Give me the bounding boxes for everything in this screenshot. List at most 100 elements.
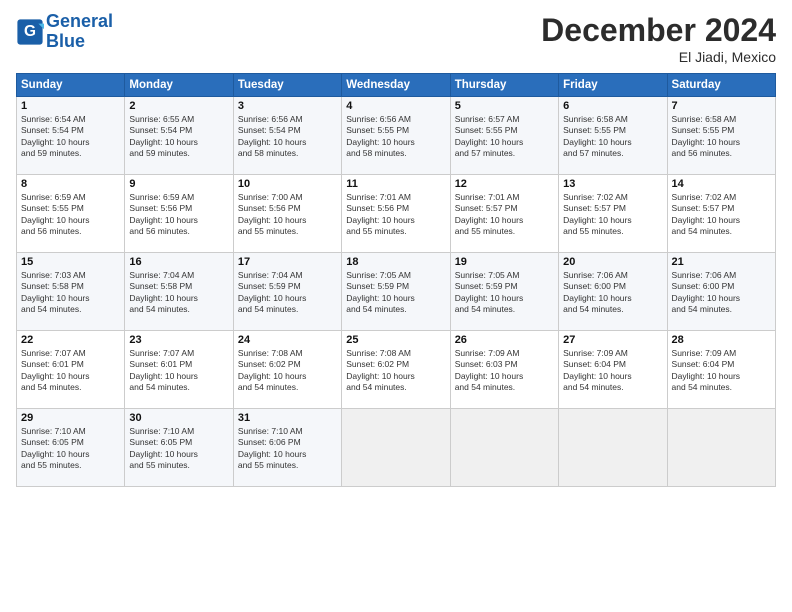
day-number: 26 bbox=[455, 334, 554, 346]
calendar-cell: 28 Sunrise: 7:09 AM Sunset: 6:04 PM Dayli… bbox=[667, 331, 775, 409]
calendar-cell bbox=[342, 409, 450, 487]
calendar-cell bbox=[667, 409, 775, 487]
calendar-cell: 26 Sunrise: 7:09 AM Sunset: 6:03 PM Dayli… bbox=[450, 331, 558, 409]
day-info: Sunrise: 7:07 AM Sunset: 6:01 PM Dayligh… bbox=[21, 348, 120, 394]
day-info: Sunrise: 7:10 AM Sunset: 6:06 PM Dayligh… bbox=[238, 426, 337, 472]
logo-icon: G bbox=[16, 18, 44, 46]
calendar-cell: 9Sunrise: 6:59 AM Sunset: 5:56 PM Daylig… bbox=[125, 175, 233, 253]
calendar-cell: 2Sunrise: 6:55 AM Sunset: 5:54 PM Daylig… bbox=[125, 97, 233, 175]
day-info: Sunrise: 7:02 AM Sunset: 5:57 PM Dayligh… bbox=[563, 192, 662, 238]
day-info: Sunrise: 6:58 AM Sunset: 5:55 PM Dayligh… bbox=[672, 114, 771, 160]
day-info: Sunrise: 7:08 AM Sunset: 6:02 PM Dayligh… bbox=[238, 348, 337, 394]
week-row-5: 29 Sunrise: 7:10 AM Sunset: 6:05 PM Dayli… bbox=[17, 409, 776, 487]
day-number: 11 bbox=[346, 178, 445, 190]
day-info: Sunrise: 7:02 AM Sunset: 5:57 PM Dayligh… bbox=[672, 192, 771, 238]
calendar-cell: 30Sunrise: 7:10 AM Sunset: 6:05 PM Dayli… bbox=[125, 409, 233, 487]
day-number: 25 bbox=[346, 334, 445, 346]
day-info: Sunrise: 7:09 AM Sunset: 6:04 PM Dayligh… bbox=[563, 348, 662, 394]
col-header-saturday: Saturday bbox=[667, 74, 775, 97]
week-row-3: 15 Sunrise: 7:03 AM Sunset: 5:58 PM Dayli… bbox=[17, 253, 776, 331]
day-info: Sunrise: 7:07 AM Sunset: 6:01 PM Dayligh… bbox=[129, 348, 228, 394]
day-info: Sunrise: 6:54 AM Sunset: 5:54 PM Dayligh… bbox=[21, 114, 120, 160]
week-row-1: 1 Sunrise: 6:54 AM Sunset: 5:54 PM Daylig… bbox=[17, 97, 776, 175]
day-number: 14 bbox=[672, 178, 771, 190]
day-info: Sunrise: 6:58 AM Sunset: 5:55 PM Dayligh… bbox=[563, 114, 662, 160]
month-title: December 2024 bbox=[541, 12, 776, 49]
calendar-cell: 17 Sunrise: 7:04 AM Sunset: 5:59 PM Dayli… bbox=[233, 253, 341, 331]
day-number: 24 bbox=[238, 334, 337, 346]
day-number: 17 bbox=[238, 256, 337, 268]
calendar-cell: 16 Sunrise: 7:04 AM Sunset: 5:58 PM Dayli… bbox=[125, 253, 233, 331]
page: G General Blue December 2024 El Jiadi, M… bbox=[0, 0, 792, 612]
calendar-cell: 13 Sunrise: 7:02 AM Sunset: 5:57 PM Dayli… bbox=[559, 175, 667, 253]
col-header-sunday: Sunday bbox=[17, 74, 125, 97]
calendar-cell: 31Sunrise: 7:10 AM Sunset: 6:06 PM Dayli… bbox=[233, 409, 341, 487]
calendar-cell: 12 Sunrise: 7:01 AM Sunset: 5:57 PM Dayli… bbox=[450, 175, 558, 253]
svg-text:G: G bbox=[24, 23, 36, 40]
day-number: 29 bbox=[21, 412, 120, 424]
day-info: Sunrise: 6:56 AM Sunset: 5:54 PM Dayligh… bbox=[238, 114, 337, 160]
day-info: Sunrise: 7:03 AM Sunset: 5:58 PM Dayligh… bbox=[21, 270, 120, 316]
day-number: 10 bbox=[238, 178, 337, 190]
calendar-table: SundayMondayTuesdayWednesdayThursdayFrid… bbox=[16, 73, 776, 487]
location: El Jiadi, Mexico bbox=[541, 49, 776, 65]
day-number: 7 bbox=[672, 100, 771, 112]
calendar-cell: 27 Sunrise: 7:09 AM Sunset: 6:04 PM Dayli… bbox=[559, 331, 667, 409]
day-number: 8 bbox=[21, 178, 120, 190]
calendar-cell: 8 Sunrise: 6:59 AM Sunset: 5:55 PM Daylig… bbox=[17, 175, 125, 253]
day-info: Sunrise: 7:10 AM Sunset: 6:05 PM Dayligh… bbox=[21, 426, 120, 472]
col-header-friday: Friday bbox=[559, 74, 667, 97]
col-header-tuesday: Tuesday bbox=[233, 74, 341, 97]
day-number: 5 bbox=[455, 100, 554, 112]
col-header-thursday: Thursday bbox=[450, 74, 558, 97]
calendar-cell: 19 Sunrise: 7:05 AM Sunset: 5:59 PM Dayli… bbox=[450, 253, 558, 331]
header: G General Blue December 2024 El Jiadi, M… bbox=[16, 12, 776, 65]
calendar-cell: 6 Sunrise: 6:58 AM Sunset: 5:55 PM Daylig… bbox=[559, 97, 667, 175]
calendar-cell: 7 Sunrise: 6:58 AM Sunset: 5:55 PM Daylig… bbox=[667, 97, 775, 175]
calendar-cell: 11Sunrise: 7:01 AM Sunset: 5:56 PM Dayli… bbox=[342, 175, 450, 253]
day-number: 23 bbox=[129, 334, 228, 346]
day-number: 6 bbox=[563, 100, 662, 112]
day-number: 21 bbox=[672, 256, 771, 268]
day-number: 3 bbox=[238, 100, 337, 112]
calendar-cell: 4Sunrise: 6:56 AM Sunset: 5:55 PM Daylig… bbox=[342, 97, 450, 175]
day-number: 20 bbox=[563, 256, 662, 268]
day-info: Sunrise: 7:05 AM Sunset: 5:59 PM Dayligh… bbox=[346, 270, 445, 316]
day-info: Sunrise: 6:59 AM Sunset: 5:55 PM Dayligh… bbox=[21, 192, 120, 238]
calendar-cell bbox=[559, 409, 667, 487]
calendar-cell: 25Sunrise: 7:08 AM Sunset: 6:02 PM Dayli… bbox=[342, 331, 450, 409]
day-number: 28 bbox=[672, 334, 771, 346]
day-info: Sunrise: 7:10 AM Sunset: 6:05 PM Dayligh… bbox=[129, 426, 228, 472]
calendar-cell: 14 Sunrise: 7:02 AM Sunset: 5:57 PM Dayli… bbox=[667, 175, 775, 253]
calendar-cell: 5Sunrise: 6:57 AM Sunset: 5:55 PM Daylig… bbox=[450, 97, 558, 175]
day-info: Sunrise: 7:06 AM Sunset: 6:00 PM Dayligh… bbox=[563, 270, 662, 316]
day-info: Sunrise: 7:04 AM Sunset: 5:58 PM Dayligh… bbox=[129, 270, 228, 316]
day-number: 19 bbox=[455, 256, 554, 268]
day-info: Sunrise: 7:01 AM Sunset: 5:57 PM Dayligh… bbox=[455, 192, 554, 238]
day-number: 2 bbox=[129, 100, 228, 112]
calendar-cell: 10 Sunrise: 7:00 AM Sunset: 5:56 PM Dayli… bbox=[233, 175, 341, 253]
day-info: Sunrise: 7:05 AM Sunset: 5:59 PM Dayligh… bbox=[455, 270, 554, 316]
day-number: 15 bbox=[21, 256, 120, 268]
calendar-cell: 22 Sunrise: 7:07 AM Sunset: 6:01 PM Dayli… bbox=[17, 331, 125, 409]
day-number: 18 bbox=[346, 256, 445, 268]
col-header-wednesday: Wednesday bbox=[342, 74, 450, 97]
day-number: 12 bbox=[455, 178, 554, 190]
day-number: 13 bbox=[563, 178, 662, 190]
day-number: 1 bbox=[21, 100, 120, 112]
calendar-cell: 21 Sunrise: 7:06 AM Sunset: 6:00 PM Dayli… bbox=[667, 253, 775, 331]
day-info: Sunrise: 7:04 AM Sunset: 5:59 PM Dayligh… bbox=[238, 270, 337, 316]
calendar-cell: 20 Sunrise: 7:06 AM Sunset: 6:00 PM Dayli… bbox=[559, 253, 667, 331]
day-info: Sunrise: 7:06 AM Sunset: 6:00 PM Dayligh… bbox=[672, 270, 771, 316]
day-number: 4 bbox=[346, 100, 445, 112]
logo-text: General Blue bbox=[46, 12, 113, 52]
day-number: 16 bbox=[129, 256, 228, 268]
week-row-4: 22 Sunrise: 7:07 AM Sunset: 6:01 PM Dayli… bbox=[17, 331, 776, 409]
day-number: 27 bbox=[563, 334, 662, 346]
day-info: Sunrise: 7:09 AM Sunset: 6:03 PM Dayligh… bbox=[455, 348, 554, 394]
day-info: Sunrise: 6:59 AM Sunset: 5:56 PM Dayligh… bbox=[129, 192, 228, 238]
day-number: 22 bbox=[21, 334, 120, 346]
day-info: Sunrise: 7:09 AM Sunset: 6:04 PM Dayligh… bbox=[672, 348, 771, 394]
day-info: Sunrise: 7:00 AM Sunset: 5:56 PM Dayligh… bbox=[238, 192, 337, 238]
logo: G General Blue bbox=[16, 12, 113, 52]
